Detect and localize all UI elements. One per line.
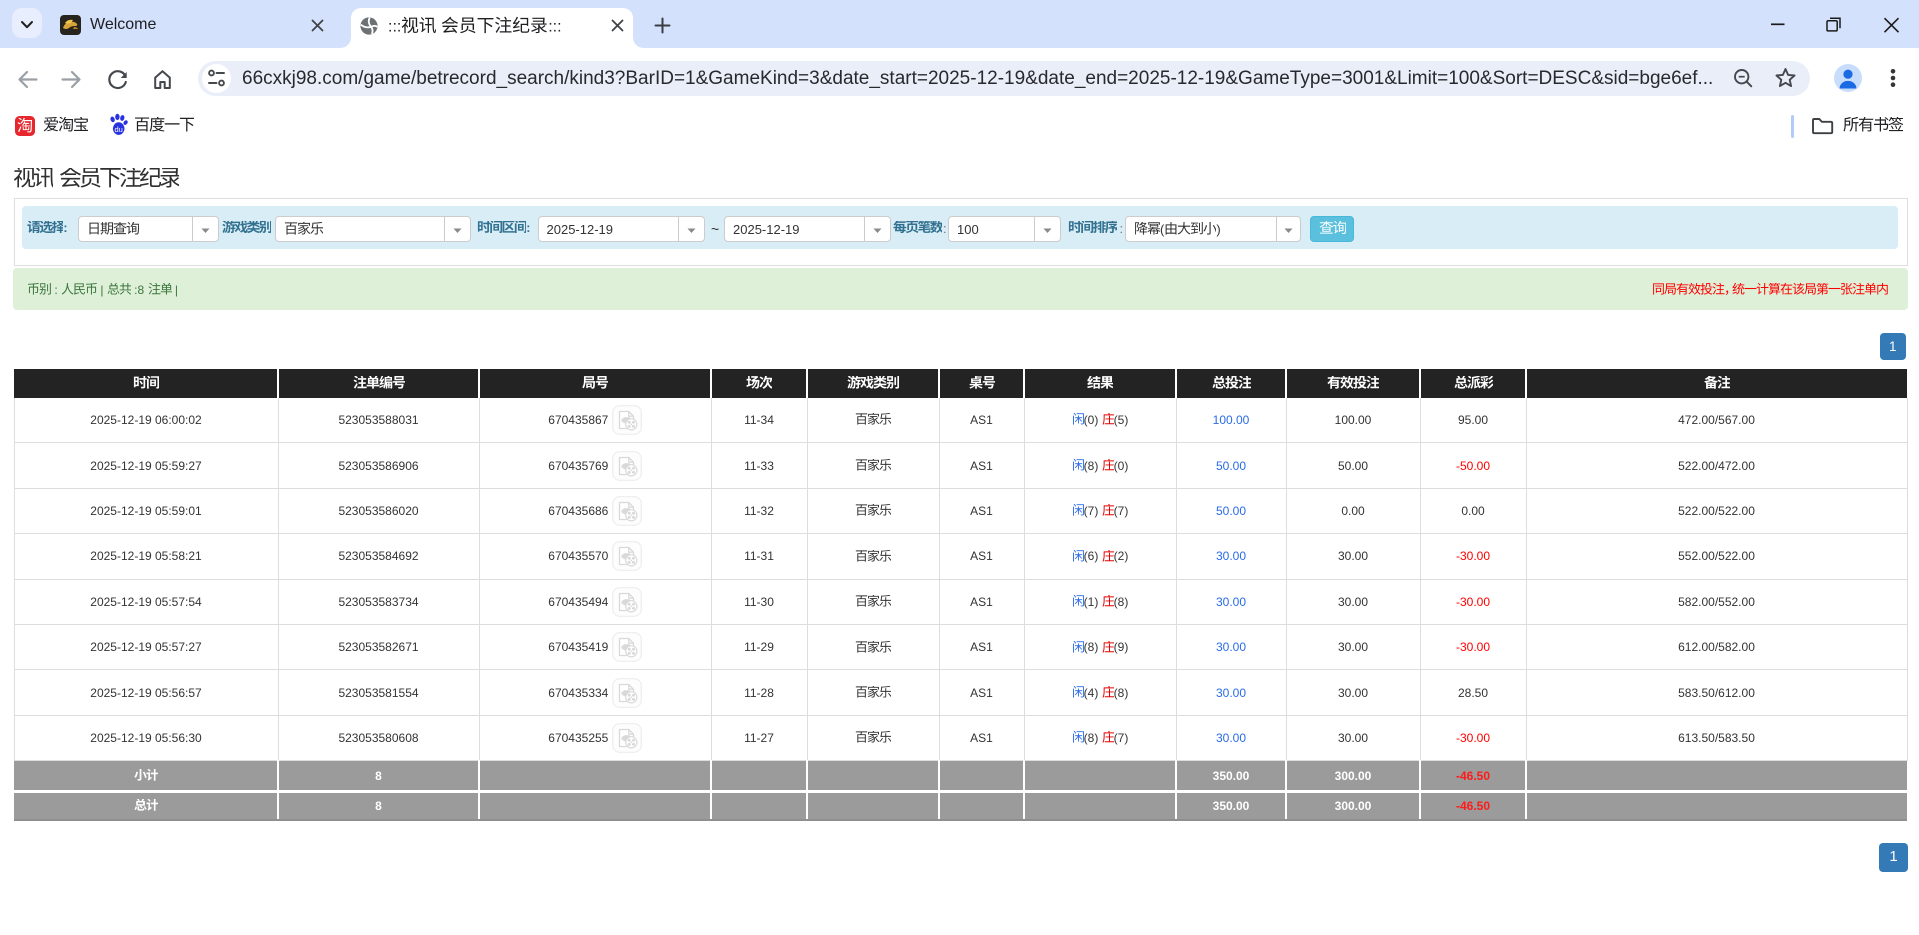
svg-text:du: du (115, 125, 123, 134)
